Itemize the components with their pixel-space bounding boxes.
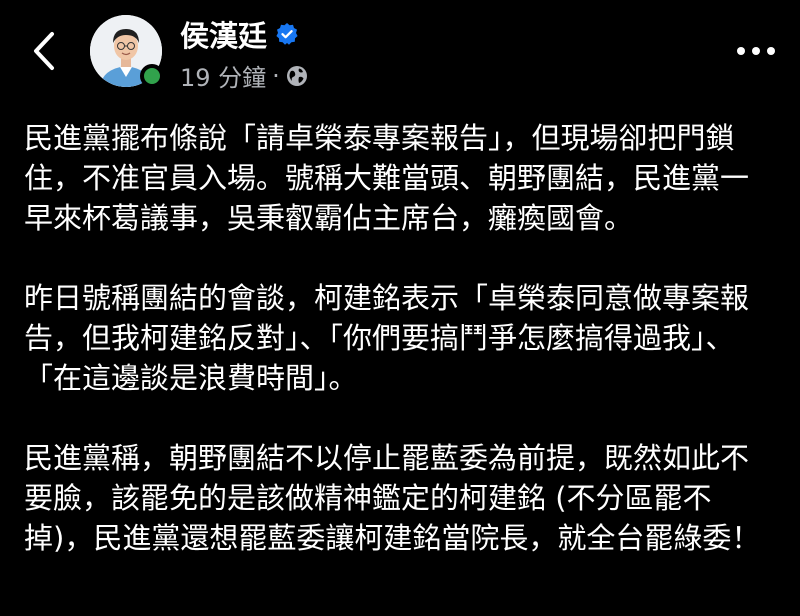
- author-name[interactable]: 侯漢廷: [180, 13, 267, 55]
- online-status-indicator: [140, 64, 164, 88]
- verified-badge-icon: [275, 22, 299, 46]
- more-options-icon: [737, 47, 775, 55]
- post-meta: 19 分鐘 ·: [180, 58, 308, 93]
- author-row: 侯漢廷: [180, 14, 299, 54]
- post-paragraph: 民進黨稱，朝野團結不以停止罷藍委為前提，既然如此不要臉，該罷免的是該做精神鑑定的…: [24, 441, 761, 555]
- meta-separator: ·: [272, 61, 280, 90]
- post-paragraph: 民進黨擺布條說「請卓榮泰專案報告」，但現場卻把門鎖住，不准官員入場。號稱大難當頭…: [24, 121, 750, 235]
- post-paragraph: 昨日號稱團結的會談，柯建銘表示「卓榮泰同意做專案報告，但我柯建銘反對」、「你們要…: [24, 281, 750, 395]
- back-button[interactable]: [26, 26, 62, 76]
- post-body: 民進黨擺布條說「請卓榮泰專案報告」，但現場卻把門鎖住，不准官員入場。號稱大難當頭…: [24, 118, 776, 598]
- chevron-left-icon: [34, 32, 54, 70]
- post-timestamp[interactable]: 19 分鐘: [180, 58, 266, 93]
- globe-icon: [286, 65, 308, 87]
- post-view: 侯漢廷 19 分鐘 · 民進黨擺布條說「請卓榮泰專案報告」，但現場卻把門鎖住，不…: [0, 0, 800, 616]
- more-options-button[interactable]: [734, 40, 778, 62]
